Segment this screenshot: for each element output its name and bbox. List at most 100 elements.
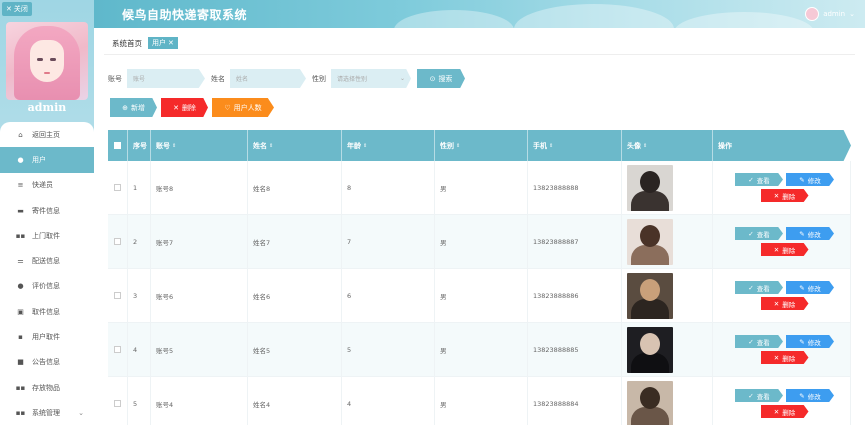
- header-age[interactable]: 年龄 ⇕: [342, 130, 435, 161]
- search-button[interactable]: ⊙ 搜索: [417, 69, 465, 88]
- row-checkbox[interactable]: [114, 184, 121, 191]
- home-icon: ⌂: [18, 130, 23, 139]
- close-icon: ✕: [173, 103, 179, 112]
- sort-icon: ⇕: [363, 142, 368, 149]
- cell-index: 4: [128, 323, 151, 376]
- plus-circle-icon: ⊕: [122, 103, 128, 112]
- table-body: 1 账号8 姓名8 8 男 13823888888 ✓ 查看 ✎ 修改 ✕ 删除 2 …: [108, 161, 851, 425]
- sidebar-item-delivery[interactable]: ⚌ 配送信息: [0, 248, 94, 273]
- user-count-button[interactable]: ♡ 用户人数: [212, 98, 274, 117]
- add-button[interactable]: ⊕ 新增: [110, 98, 157, 117]
- account-input[interactable]: 账号: [127, 69, 205, 88]
- header-name[interactable]: 姓名 ⇕: [248, 130, 342, 161]
- user-photo: [627, 218, 673, 265]
- header-gender[interactable]: 性别 ⇕: [435, 130, 528, 161]
- cell-name: 姓名7: [248, 215, 342, 268]
- user-photo: [627, 380, 673, 425]
- sort-icon: ⇕: [172, 142, 177, 149]
- row-delete-button[interactable]: ✕ 删除: [760, 351, 809, 364]
- sidebar-item-label: 系统管理: [32, 408, 60, 417]
- row-delete-button[interactable]: ✕ 删除: [760, 297, 809, 310]
- check-icon: ✓: [748, 229, 754, 238]
- close-icon: ✕: [6, 5, 12, 13]
- breadcrumb-current-tab[interactable]: 用户 ✕: [148, 37, 178, 49]
- cell-account: 账号5: [151, 323, 248, 376]
- username-label: admin: [823, 10, 846, 18]
- edit-icon: ✎: [799, 229, 805, 238]
- row-checkbox[interactable]: [114, 400, 121, 407]
- sidebar-item-notices[interactable]: ■ 公告信息: [0, 350, 94, 375]
- sidebar-item-reviews[interactable]: ● 评价信息: [0, 274, 94, 299]
- table-header: 序号 账号 ⇕ 姓名 ⇕ 年龄 ⇕ 性别 ⇕ 手机 ⇕ 头像 ⇕ 操作: [108, 130, 851, 161]
- close-icon: ✕: [773, 299, 780, 308]
- sidebar-item-label: 返回主页: [32, 130, 60, 139]
- header-ops: 操作: [718, 141, 732, 150]
- video-icon: ■: [17, 358, 24, 367]
- row-select-cell: [108, 215, 128, 268]
- cell-gender: 男: [435, 215, 528, 268]
- sidebar-item-home[interactable]: ⌂ 返回主页: [0, 122, 94, 147]
- cell-gender: 男: [435, 269, 528, 322]
- sidebar-item-system[interactable]: ▪▪ 系统管理 ⌄: [0, 400, 94, 425]
- sidebar-item-couriers[interactable]: ≡ 快递员: [0, 173, 94, 198]
- view-button[interactable]: ✓ 查看: [735, 389, 783, 402]
- edit-button[interactable]: ✎ 修改: [786, 335, 834, 348]
- close-icon: ✕: [773, 353, 780, 362]
- select-all-cell: [108, 130, 128, 161]
- profile-name: admin: [27, 101, 67, 114]
- chevron-down-icon: ⌄: [399, 75, 405, 82]
- sidebar-item-pickup-service[interactable]: ▪▪ 上门取件: [0, 223, 94, 248]
- row-delete-button[interactable]: ✕ 删除: [760, 189, 809, 202]
- row-checkbox[interactable]: [114, 346, 121, 353]
- row-select-cell: [108, 323, 128, 376]
- sidebar-item-label: 用户: [32, 155, 46, 164]
- row-checkbox[interactable]: [114, 238, 121, 245]
- location-icon: ●: [17, 282, 24, 291]
- row-delete-button[interactable]: ✕ 删除: [760, 405, 809, 418]
- name-input[interactable]: 姓名: [230, 69, 306, 88]
- cell-account: 账号8: [151, 161, 248, 214]
- sidebar-item-pickups[interactable]: ▣ 取件信息: [0, 299, 94, 324]
- view-button[interactable]: ✓ 查看: [735, 335, 783, 348]
- header-avatar[interactable]: 头像 ⇕: [622, 130, 713, 161]
- close-icon[interactable]: ✕: [168, 39, 174, 47]
- chevron-down-icon: ⌄: [849, 10, 855, 18]
- sidebar-item-shipments[interactable]: ▬ 寄件信息: [0, 198, 94, 223]
- edit-button[interactable]: ✎ 修改: [786, 227, 834, 240]
- cell-ops: ✓ 查看 ✎ 修改 ✕ 删除: [713, 377, 851, 425]
- close-button[interactable]: ✕ 关闭: [2, 2, 32, 16]
- search-icon: ⊙: [429, 74, 436, 83]
- header-index: 序号: [128, 130, 151, 161]
- sidebar-item-label: 配送信息: [32, 257, 60, 266]
- users-table: 序号 账号 ⇕ 姓名 ⇕ 年龄 ⇕ 性别 ⇕ 手机 ⇕ 头像 ⇕ 操作 1 账号8 姓名8 …: [108, 130, 851, 425]
- user-menu[interactable]: admin ⌄: [805, 7, 855, 21]
- header-account[interactable]: 账号 ⇕: [151, 130, 248, 161]
- row-checkbox[interactable]: [114, 292, 121, 299]
- cell-index: 3: [128, 269, 151, 322]
- view-button[interactable]: ✓ 查看: [735, 173, 783, 186]
- cell-age: 5: [342, 323, 435, 376]
- user-photo: [627, 326, 673, 373]
- edit-button[interactable]: ✎ 修改: [786, 389, 834, 402]
- edit-button[interactable]: ✎ 修改: [786, 281, 834, 294]
- cell-phone: 13823888887: [528, 215, 622, 268]
- view-button[interactable]: ✓ 查看: [735, 281, 783, 294]
- header-phone[interactable]: 手机 ⇕: [528, 130, 622, 161]
- bag-icon: ▪: [18, 333, 23, 342]
- row-delete-button[interactable]: ✕ 删除: [760, 243, 809, 256]
- sidebar-item-storage[interactable]: ▪▪ 存放物品: [0, 375, 94, 400]
- sidebar-item-users[interactable]: ● 用户: [0, 147, 94, 173]
- gender-select[interactable]: 请选择性别 ⌄: [331, 69, 411, 88]
- cell-phone: 13823888886: [528, 269, 622, 322]
- delete-button[interactable]: ✕ 删除: [161, 98, 208, 117]
- edit-button[interactable]: ✎ 修改: [786, 173, 834, 186]
- cell-index: 2: [128, 215, 151, 268]
- user-photo: [627, 164, 673, 211]
- view-button[interactable]: ✓ 查看: [735, 227, 783, 240]
- breadcrumb-home[interactable]: 系统首页: [112, 38, 142, 49]
- select-all-checkbox[interactable]: [114, 142, 121, 149]
- sidebar-item-user-pickups[interactable]: ▪ 用户取件: [0, 324, 94, 349]
- action-bar: ⊕ 新增 ✕ 删除 ♡ 用户人数: [110, 98, 274, 117]
- cell-avatar: [622, 161, 713, 214]
- account-label: 账号: [108, 74, 122, 83]
